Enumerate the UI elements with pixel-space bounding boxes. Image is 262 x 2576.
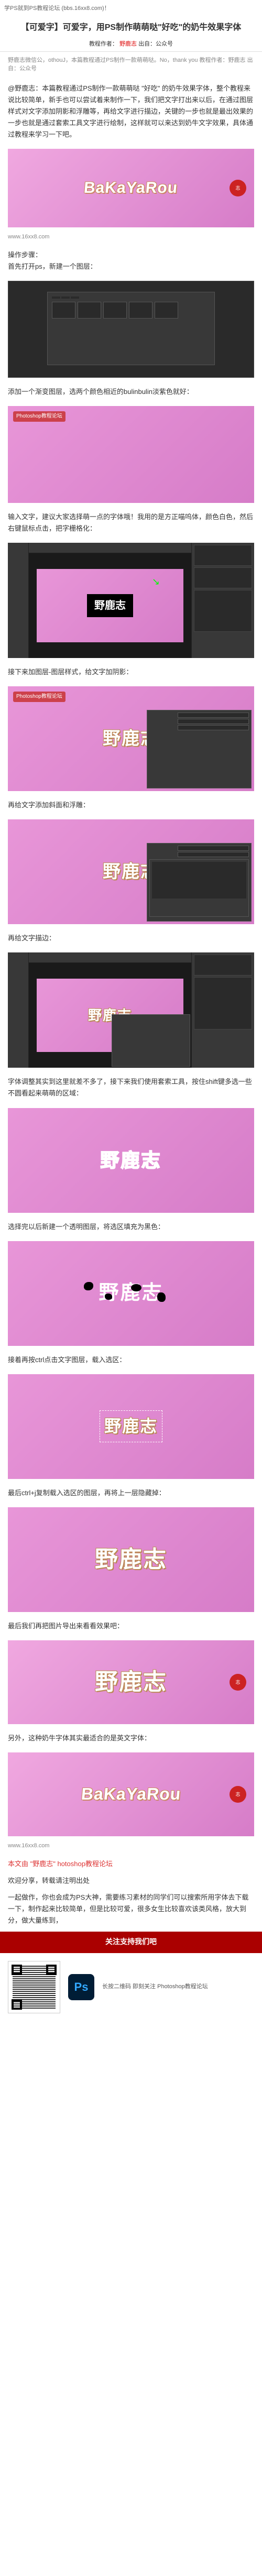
final-result-cn: 野鹿志 志 (8, 1640, 254, 1724)
style-input[interactable] (178, 712, 249, 718)
step-12-text: 另外，这种奶牛字体其实最适合的是英文字体： (0, 1727, 262, 1749)
screenshot-gradient: Photoshop教程论坛 (8, 406, 254, 503)
final-result-en: BaKaYaRou 志 (8, 1752, 254, 1836)
new-doc-dialog (47, 292, 215, 365)
footer-p2: 欢迎分享，转载请注明出处 (0, 1875, 262, 1892)
author-name[interactable]: 野鹿志 (119, 41, 137, 47)
typed-text: 野鹿志 (87, 594, 133, 617)
screenshot-lasso: 野鹿志 (8, 1108, 254, 1213)
panel[interactable] (194, 545, 252, 566)
article-title: 【可爱字】可爱字，用PS制作萌萌哒"好吃"的奶牛效果字体 (0, 18, 262, 38)
step-4-text: 接下来加图层-图层样式，给文字加阴影： (0, 661, 262, 683)
ps-logo-icon: Ps (68, 1974, 94, 2000)
screenshot-load-selection: 野鹿志 (8, 1374, 254, 1479)
layer-style-dialog[interactable] (147, 843, 252, 922)
step-9-text: 接着再按ctrl点击文字图层，载入选区： (0, 1349, 262, 1371)
footer-p3: 一起做作，你也会成为PS大神，需要练习素材的同学们可以搜索所用字体去下载一下，制… (0, 1892, 262, 1932)
qr-label: 长按二维码 即刻关注 Photoshop教程论坛 (102, 1982, 208, 1991)
final-en-text: BaKaYaRou (80, 1781, 182, 1807)
site-header: 学PS就到PS教程论坛 (bbs.16xx8.com)！ (0, 0, 262, 18)
step-7-text: 字体调整其实到这里就差不多了，接下来我们使用套索工具，按住shift键多选一些不… (0, 1071, 262, 1104)
step-3-text: 输入文字，建议大家选择萌一点的字体哦！我用的是方正喵呜体，颜色白色，然后右键鼠标… (0, 506, 262, 540)
canvas-area[interactable]: 野鹿志 ↘ (29, 553, 191, 658)
screenshot-type-text: 野鹿志 ↘ (8, 543, 254, 658)
style-input[interactable] (178, 852, 249, 857)
screenshot-new-dialog (8, 281, 254, 378)
step-2-text: 添加一个渐变图层，选两个颜色相近的bulinbulin淡紫色就好： (0, 381, 262, 403)
article-meta: 教程作者： 野鹿志 出自：公众号 (0, 38, 262, 52)
screenshot-fill-black: 野鹿志 (8, 1241, 254, 1346)
preset-item[interactable] (103, 302, 127, 319)
watermark-2: www.16xx8.com (0, 1839, 262, 1853)
step-10-text: 最后ctrl+j复制载入选区的图层，再将上一层隐藏掉： (0, 1482, 262, 1504)
curve-graph[interactable] (152, 862, 246, 898)
layers-panel[interactable] (194, 977, 252, 1029)
style-label (149, 712, 176, 718)
style-label (149, 719, 176, 724)
outline-text: 野鹿志 (100, 1145, 161, 1176)
panels[interactable] (191, 952, 254, 1068)
footer-p1: 本文由 "野鹿志" hotoshop教程论坛 (0, 1853, 262, 1875)
tutorial-badge: Photoshop教程论坛 (13, 692, 66, 702)
style-input[interactable] (178, 719, 249, 724)
panel[interactable] (194, 567, 252, 588)
screenshot-shadow: 野鹿志 Photoshop教程论坛 (8, 686, 254, 791)
meta-label: 教程作者： (89, 41, 118, 47)
selected-text: 野鹿志 (104, 1417, 158, 1435)
preset-item[interactable] (78, 302, 101, 319)
dialog-tab[interactable] (52, 297, 60, 299)
step-1-text: 操作步骤： 首先打开ps，新建一个图层： (0, 244, 262, 278)
layer-style-dialog[interactable] (112, 1014, 190, 1067)
white-text: 野鹿志 (99, 1277, 163, 1309)
qr-code[interactable] (8, 1961, 60, 2013)
screenshot-copy-layer: 野鹿志 (8, 1507, 254, 1612)
style-label (149, 846, 176, 851)
panel[interactable] (194, 955, 252, 975)
step-5-text: 再给文字添加斜面和浮雕： (0, 794, 262, 816)
cow-spot (84, 1282, 93, 1290)
intro-small: 野鹿志微信公，othouJ，本篇教程通过PS制作一款萌萌哒。No，thank y… (0, 52, 262, 78)
toolbar[interactable] (8, 543, 29, 658)
stamp-icon: 志 (230, 1786, 246, 1803)
curve-panel[interactable] (149, 859, 249, 917)
tutorial-badge: Photoshop教程论坛 (13, 411, 66, 422)
layers-panel[interactable] (194, 590, 252, 632)
meta-source: 出自：公众号 (138, 41, 173, 47)
step-8-text: 选择完以后新建一个透明图层，将选区填充为黑色： (0, 1216, 262, 1238)
dialog-tab[interactable] (61, 297, 70, 299)
watermark-1: www.16xx8.com (0, 231, 262, 244)
panels[interactable] (191, 543, 254, 658)
screenshot-bevel: 野鹿志 (8, 819, 254, 924)
step-11-text: 最后我们再把图片导出来看看效果吧： (0, 1615, 262, 1637)
paragraph-intro: @野鹿志：本篇教程通过PS制作一款萌萌哒 "好吃" 的奶牛效果字体，整个教程来说… (0, 78, 262, 146)
hero-preview: BaKaYaRou 志 (8, 149, 254, 227)
stamp-icon: 志 (230, 1674, 246, 1691)
options-bar[interactable] (29, 543, 191, 553)
stamp-icon: 志 (230, 180, 246, 196)
canvas-area[interactable]: 野鹿志 (29, 963, 191, 1068)
step-6-text: 再给文字描边： (0, 927, 262, 949)
arrow-icon: ↘ (152, 574, 160, 589)
style-input[interactable] (178, 846, 249, 851)
dialog-tab[interactable] (71, 297, 79, 299)
final-text: 野鹿志 (95, 1541, 167, 1578)
style-label (149, 725, 176, 730)
follow-banner: 关注支持我们吧 (0, 1932, 262, 1952)
preset-item[interactable] (52, 302, 75, 319)
selection-marquee: 野鹿志 (100, 1410, 162, 1442)
preset-item[interactable] (129, 302, 152, 319)
hero-text: BaKaYaRou (83, 176, 179, 201)
screenshot-stroke: 野鹿志 (8, 952, 254, 1068)
preset-item[interactable] (155, 302, 178, 319)
qr-section: Ps 长按二维码 即刻关注 Photoshop教程论坛 (0, 1952, 262, 2021)
options-bar[interactable] (29, 952, 191, 963)
layer-style-dialog[interactable] (147, 710, 252, 788)
toolbar[interactable] (8, 952, 29, 1068)
final-cn-text: 野鹿志 (95, 1664, 167, 1701)
style-input[interactable] (178, 725, 249, 730)
style-label (149, 852, 176, 857)
